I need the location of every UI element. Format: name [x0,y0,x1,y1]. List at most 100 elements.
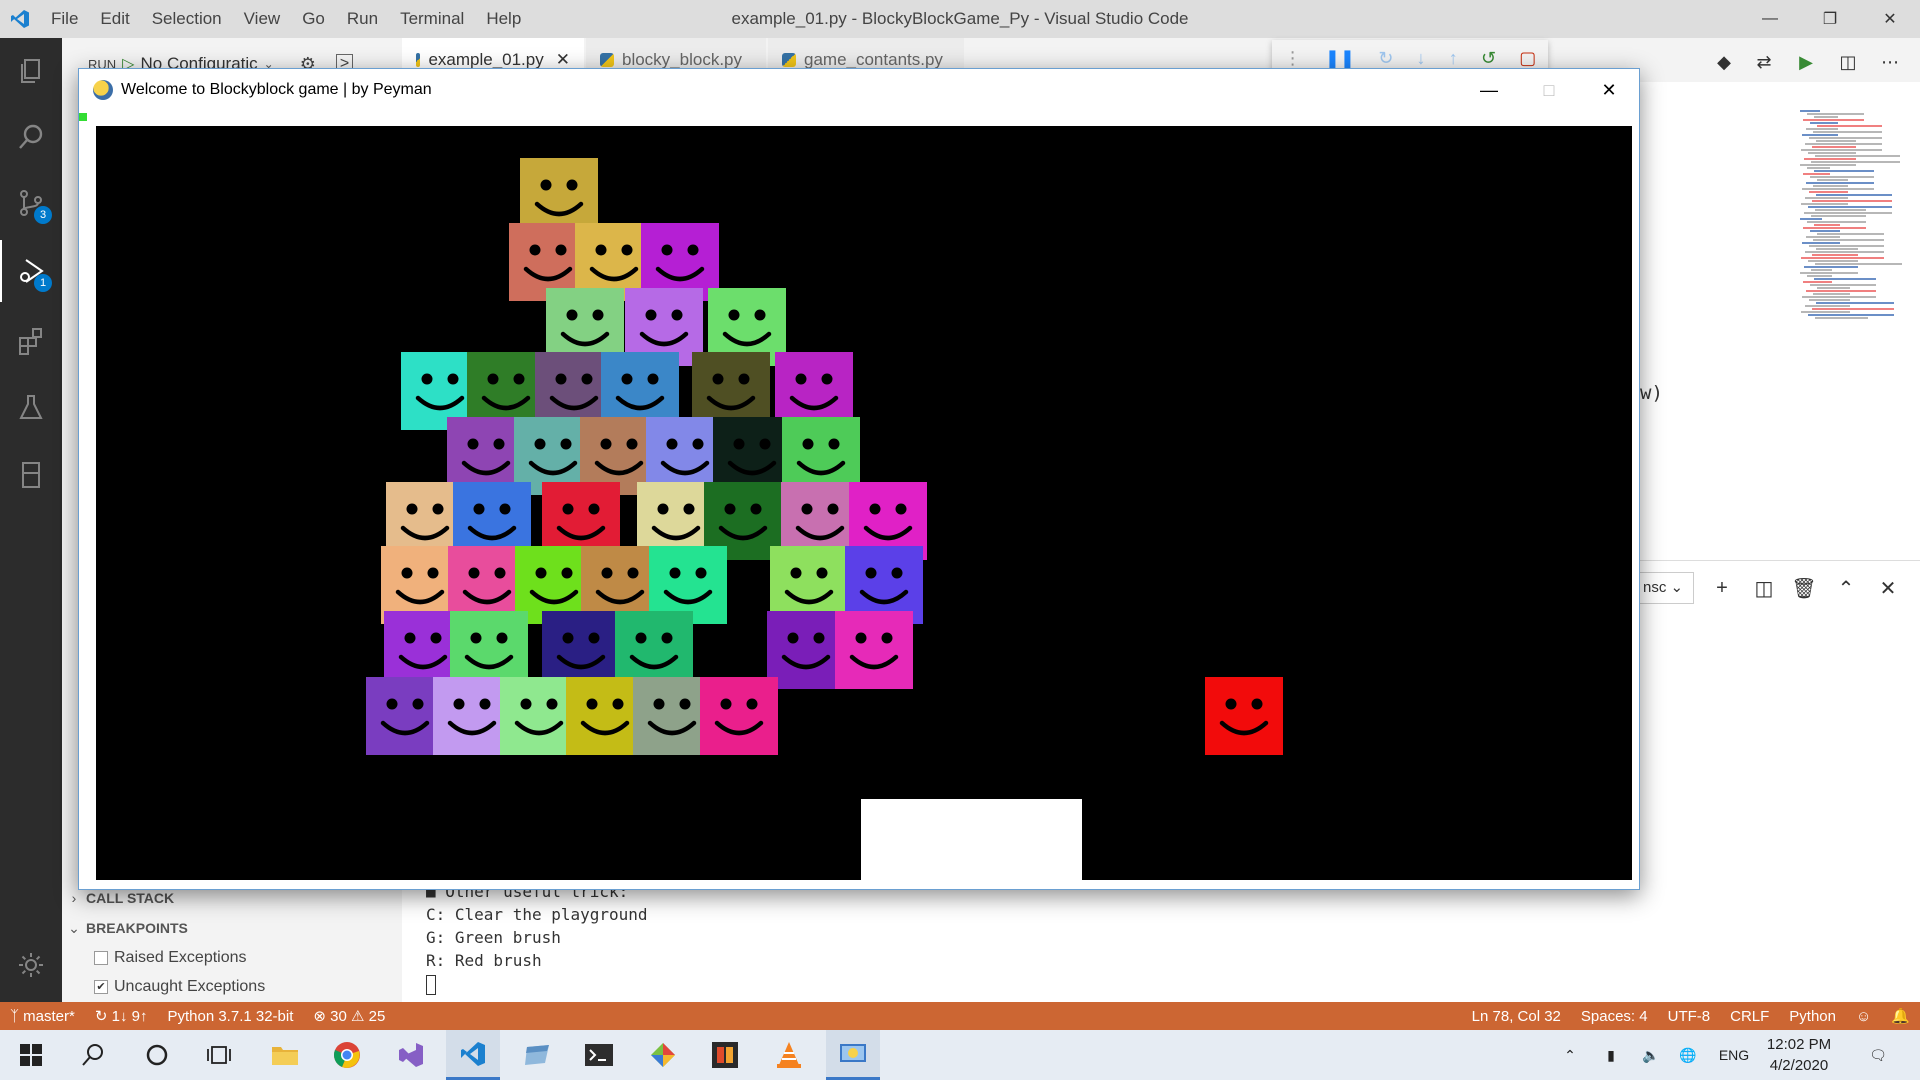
vscode-taskbar-icon[interactable] [446,1030,500,1080]
more-actions-icon[interactable]: ⋯ [1872,44,1908,80]
language-indicator[interactable]: ENG [1712,1030,1756,1080]
python-game-taskbar-icon[interactable] [826,1030,880,1080]
sync-indicator[interactable]: ↻ 1↓ 9↑ [85,1007,158,1025]
minimap-line [1816,140,1856,142]
maximize-panel-chevron-up-icon[interactable]: ⌃ [1828,572,1864,604]
breakpoints-header[interactable]: ⌄ BREAKPOINTS [62,914,402,942]
minimap-line [1809,299,1850,301]
branch-indicator[interactable]: ᛉ master* [0,1008,85,1025]
end-of-line[interactable]: CRLF [1720,1008,1779,1025]
terminal-cursor [426,974,436,995]
cortana-icon[interactable] [130,1030,184,1080]
settings-gear-icon[interactable] [0,934,62,996]
minimap-line [1809,137,1882,139]
menu-run[interactable]: Run [336,0,389,38]
breakpoint-item[interactable]: Raised Exceptions [62,944,402,972]
chevron-down-icon: ⌄ [1670,579,1684,596]
git-graph-icon[interactable]: ◆ [1706,44,1742,80]
minimap-line [1805,305,1850,307]
diamond-app-icon[interactable] [636,1030,690,1080]
game-window-title: Welcome to Blockyblock game | by Peyman [121,81,432,98]
book-app-icon[interactable] [698,1030,752,1080]
cursor-position[interactable]: Ln 78, Col 32 [1462,1008,1571,1025]
testing-flask-icon[interactable] [0,376,62,438]
terminal-output[interactable]: ■ Other useful trick: C: Clear the playg… [426,880,648,995]
notebook-icon[interactable] [0,444,62,506]
minimap-line [1805,197,1848,199]
smiley-face-icon [781,632,831,670]
game-minimize-button[interactable]: — [1459,69,1519,111]
explorer-icon[interactable] [0,40,62,102]
step-out-icon[interactable]: ↑ [1449,48,1458,69]
chevron-down-icon: ⌄ [68,919,80,936]
terminal-app-icon[interactable] [572,1030,626,1080]
network-globe-icon[interactable]: 🌐 [1670,1030,1706,1080]
minimap-line [1800,164,1856,166]
minimap-line [1806,236,1840,238]
menu-view[interactable]: View [233,0,292,38]
encoding[interactable]: UTF-8 [1658,1008,1721,1025]
minimap-line [1812,254,1858,256]
raised-exceptions-checkbox[interactable] [94,951,108,965]
clock[interactable]: 12:02 PM 4/2/2020 [1754,1034,1844,1076]
minimap-line [1814,224,1840,226]
close-window-button[interactable]: ✕ [1860,0,1920,38]
restart-icon[interactable]: ↺ [1481,48,1496,69]
search-icon[interactable] [0,106,62,168]
menu-file[interactable]: File [40,0,89,38]
run-debug-icon[interactable]: 1 [0,240,62,302]
show-hidden-icons-chevron-up-icon[interactable]: ⌃ [1556,1030,1584,1080]
minimap-line [1817,233,1884,235]
new-terminal-plus-icon[interactable]: + [1704,572,1740,604]
compare-changes-icon[interactable]: ⇄ [1746,44,1782,80]
game-canvas[interactable] [96,126,1632,880]
game-close-button[interactable]: ✕ [1579,69,1639,111]
minimap-line [1804,158,1856,160]
visual-studio-icon[interactable] [384,1030,438,1080]
minimap-line [1812,308,1894,310]
close-panel-icon[interactable]: ✕ [1870,572,1906,604]
source-control-icon[interactable]: 3 [0,172,62,234]
uncaught-exceptions-checkbox[interactable]: ✔ [94,980,108,994]
task-view-icon[interactable] [192,1030,246,1080]
split-editor-icon[interactable]: ◫ [1830,44,1866,80]
minimap[interactable] [1800,110,1908,320]
python-interpreter[interactable]: Python 3.7.1 32-bit [157,1008,303,1025]
search-icon[interactable] [66,1030,120,1080]
action-center-icon[interactable]: 🗨 [1858,1030,1898,1080]
pause-icon[interactable]: ❚❚ [1325,48,1355,69]
minimap-line [1802,188,1874,190]
step-into-icon[interactable]: ↓ [1417,48,1426,69]
windows-start-icon[interactable] [4,1030,58,1080]
extensions-icon[interactable] [0,310,62,372]
vlc-icon[interactable] [762,1030,816,1080]
menu-help[interactable]: Help [475,0,532,38]
drag-handle-icon[interactable]: ⋮ [1284,48,1302,69]
terminal-select[interactable]: nsc ⌄ [1638,572,1694,604]
kill-terminal-trash-icon[interactable]: 🗑 [1786,572,1822,604]
run-file-icon[interactable]: ▶ [1788,44,1824,80]
menu-selection[interactable]: Selection [141,0,233,38]
stop-icon[interactable]: ▢ [1519,48,1536,69]
problems-indicator[interactable]: ⊗ 30 ⚠ 25 [303,1007,395,1025]
minimap-line [1809,191,1848,193]
breakpoint-item[interactable]: ✔ Uncaught Exceptions [62,973,402,1001]
notifications-bell-icon[interactable]: 🔔 [1881,1007,1920,1025]
notes-app-icon[interactable] [510,1030,564,1080]
volume-icon[interactable]: 🔈 [1636,1030,1666,1080]
menu-edit[interactable]: Edit [89,0,140,38]
battery-icon[interactable]: ▮ [1596,1030,1626,1080]
indentation[interactable]: Spaces: 4 [1571,1008,1658,1025]
close-tab-icon[interactable]: ✕ [556,50,570,70]
menu-terminal[interactable]: Terminal [389,0,475,38]
split-terminal-icon[interactable]: ◫ [1746,572,1782,604]
chrome-icon[interactable] [320,1030,374,1080]
menu-go[interactable]: Go [291,0,336,38]
minimap-line [1810,284,1876,286]
feedback-icon[interactable]: ☺ [1846,1008,1881,1025]
step-over-icon[interactable]: ↻ [1378,48,1393,69]
file-explorer-icon[interactable] [258,1030,312,1080]
language-mode[interactable]: Python [1779,1008,1846,1025]
minimize-button[interactable]: — [1740,0,1800,38]
restore-button[interactable]: ❐ [1800,0,1860,38]
